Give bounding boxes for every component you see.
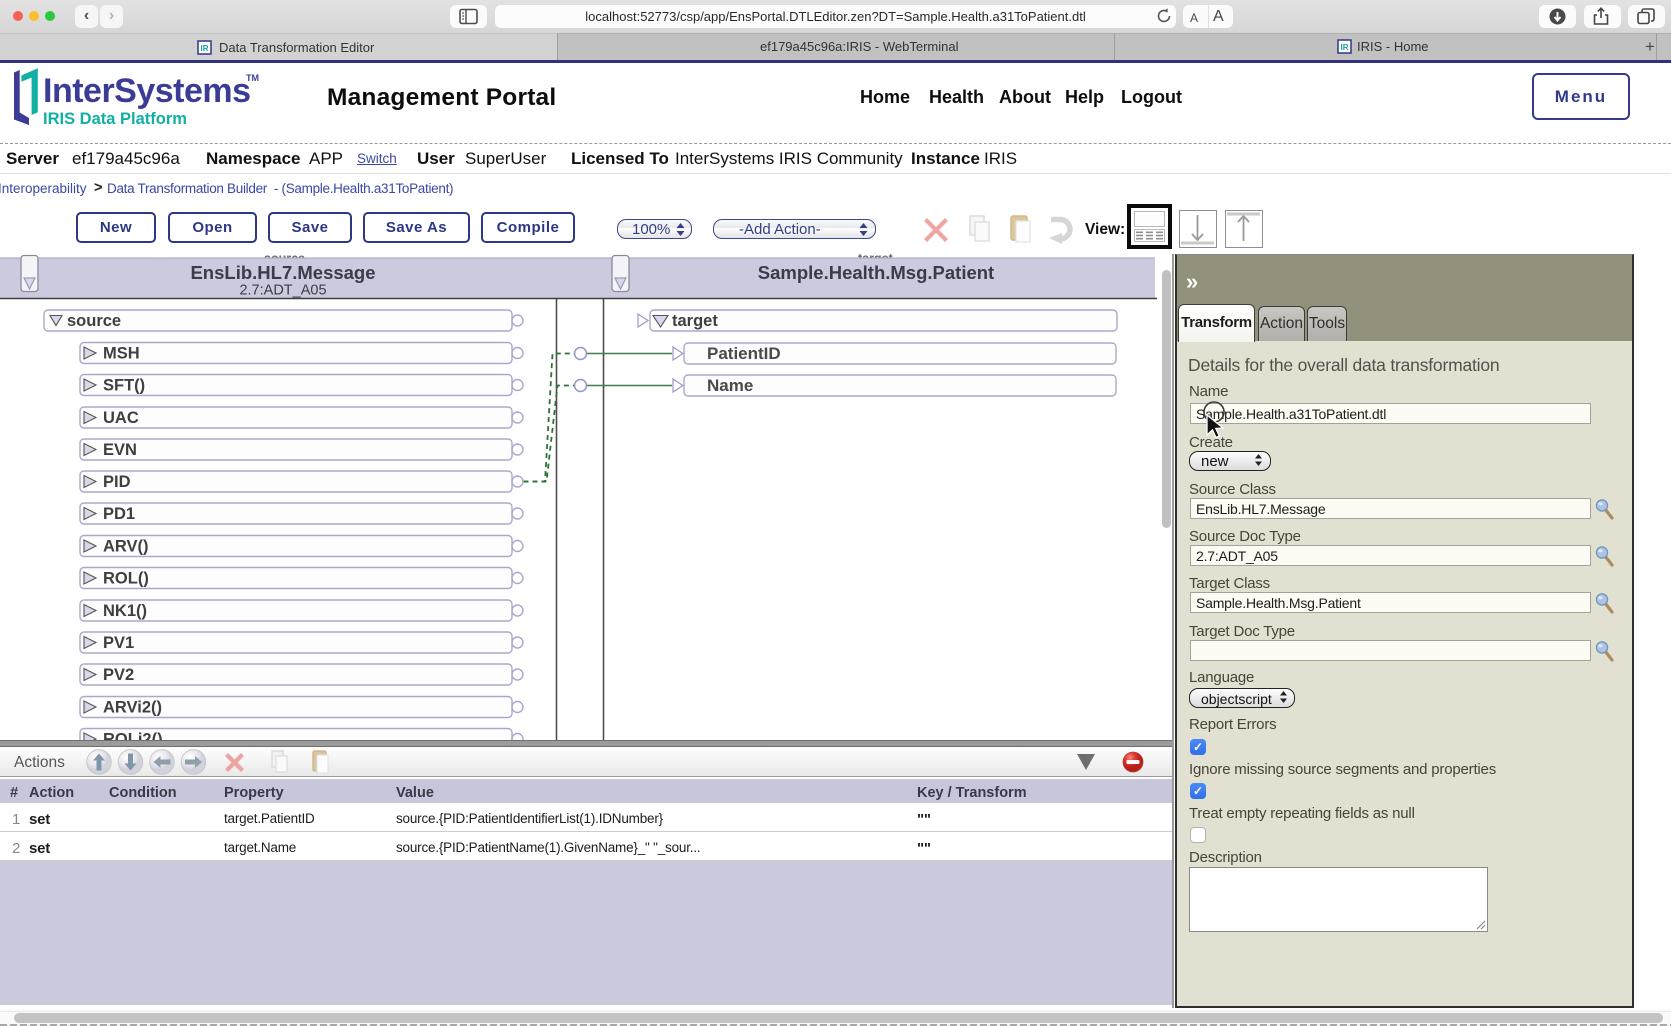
svg-text:PV2: PV2: [103, 666, 134, 684]
svg-text:PD1: PD1: [103, 505, 135, 523]
svg-text:ROL(): ROL(): [103, 570, 149, 588]
svg-text:PatientID: PatientID: [707, 344, 781, 363]
svg-text:IRIS Data Platform: IRIS Data Platform: [43, 110, 187, 128]
svg-text:Name: Name: [707, 376, 753, 395]
svg-text:EnsLib.HL7.Message: EnsLib.HL7.Message: [190, 262, 375, 283]
svg-text:TM: TM: [246, 73, 259, 83]
svg-text:UAC: UAC: [103, 409, 139, 427]
svg-text:PV1: PV1: [103, 634, 134, 652]
svg-text:SFT(): SFT(): [103, 377, 145, 395]
svg-text:IR: IR: [201, 44, 209, 53]
svg-text:EVN: EVN: [103, 441, 137, 459]
svg-text:ROLi2(): ROLi2(): [103, 731, 163, 741]
svg-text:IR: IR: [1341, 43, 1349, 52]
svg-text:MSH: MSH: [103, 345, 140, 363]
svg-text:ARVi2(): ARVi2(): [103, 699, 162, 717]
svg-text:ARV(): ARV(): [103, 538, 149, 556]
svg-text:target: target: [672, 312, 718, 330]
svg-text:source: source: [67, 312, 121, 330]
svg-text:PID: PID: [103, 473, 131, 491]
svg-text:2.7:ADT_A05: 2.7:ADT_A05: [239, 283, 326, 299]
svg-text:Sample.Health.Msg.Patient: Sample.Health.Msg.Patient: [758, 262, 994, 283]
svg-text:NK1(): NK1(): [103, 602, 147, 620]
svg-text:InterSystems: InterSystems: [43, 72, 251, 110]
